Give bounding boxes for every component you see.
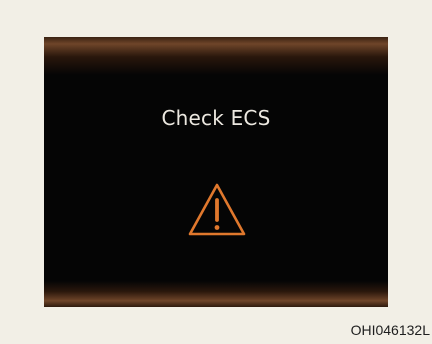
display-bottom-glow xyxy=(44,281,388,307)
warning-icon xyxy=(187,182,247,238)
display-top-glow xyxy=(44,37,388,75)
figure-code: OHI046132L xyxy=(350,322,430,338)
cluster-display: Check ECS xyxy=(44,37,388,307)
figure-panel: Check ECS xyxy=(0,0,432,320)
warning-message: Check ECS xyxy=(161,106,271,130)
